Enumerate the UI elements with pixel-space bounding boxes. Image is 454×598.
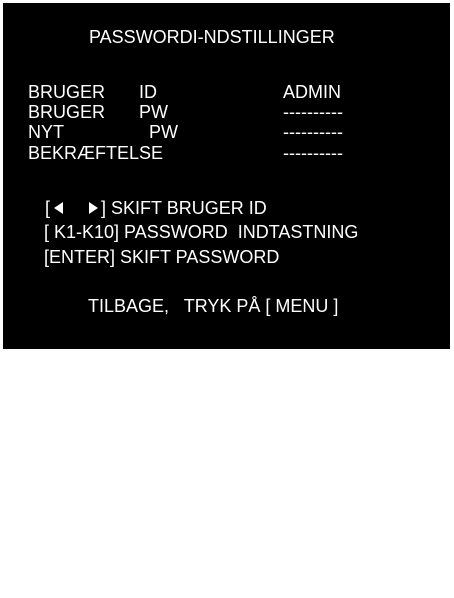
help-keys-line: [ K1-K10] PASSWORD INDTASTNING xyxy=(44,222,359,242)
user-pw-label: BRUGER xyxy=(28,102,106,122)
new-pw-field: PW xyxy=(149,122,178,142)
help-enter-line: [ENTER] SKIFT PASSWORD xyxy=(44,247,280,267)
help-arrows-text: ] SKIFT BRUGER ID xyxy=(101,198,267,218)
right-triangle-icon xyxy=(89,202,99,214)
confirm-pw-value[interactable]: ---------- xyxy=(283,144,343,162)
user-pw-value[interactable]: ---------- xyxy=(283,103,343,121)
osd-screen: PASSWORDI-NDSTILLINGER BRUGER ID ADMIN B… xyxy=(3,3,450,349)
new-pw-label: NYT xyxy=(28,122,64,142)
user-id-value[interactable]: ADMIN xyxy=(283,83,341,101)
footer-menu-hint: TILBAGE, TRYK PÅ [ MENU ] xyxy=(88,296,339,316)
help-arrows-open: [ xyxy=(45,198,51,218)
left-triangle-icon xyxy=(54,202,64,214)
user-pw-field: PW xyxy=(139,102,168,122)
user-id-label: BRUGER xyxy=(28,82,106,102)
page-title: PASSWORDI-NDSTILLINGER xyxy=(89,27,335,47)
confirm-pw-label: BEKRÆFTELSE xyxy=(28,143,164,163)
user-id-field: ID xyxy=(139,82,157,102)
new-pw-value[interactable]: ---------- xyxy=(283,123,343,141)
help-arrows-line: [ ] SKIFT BRUGER ID xyxy=(45,199,267,217)
